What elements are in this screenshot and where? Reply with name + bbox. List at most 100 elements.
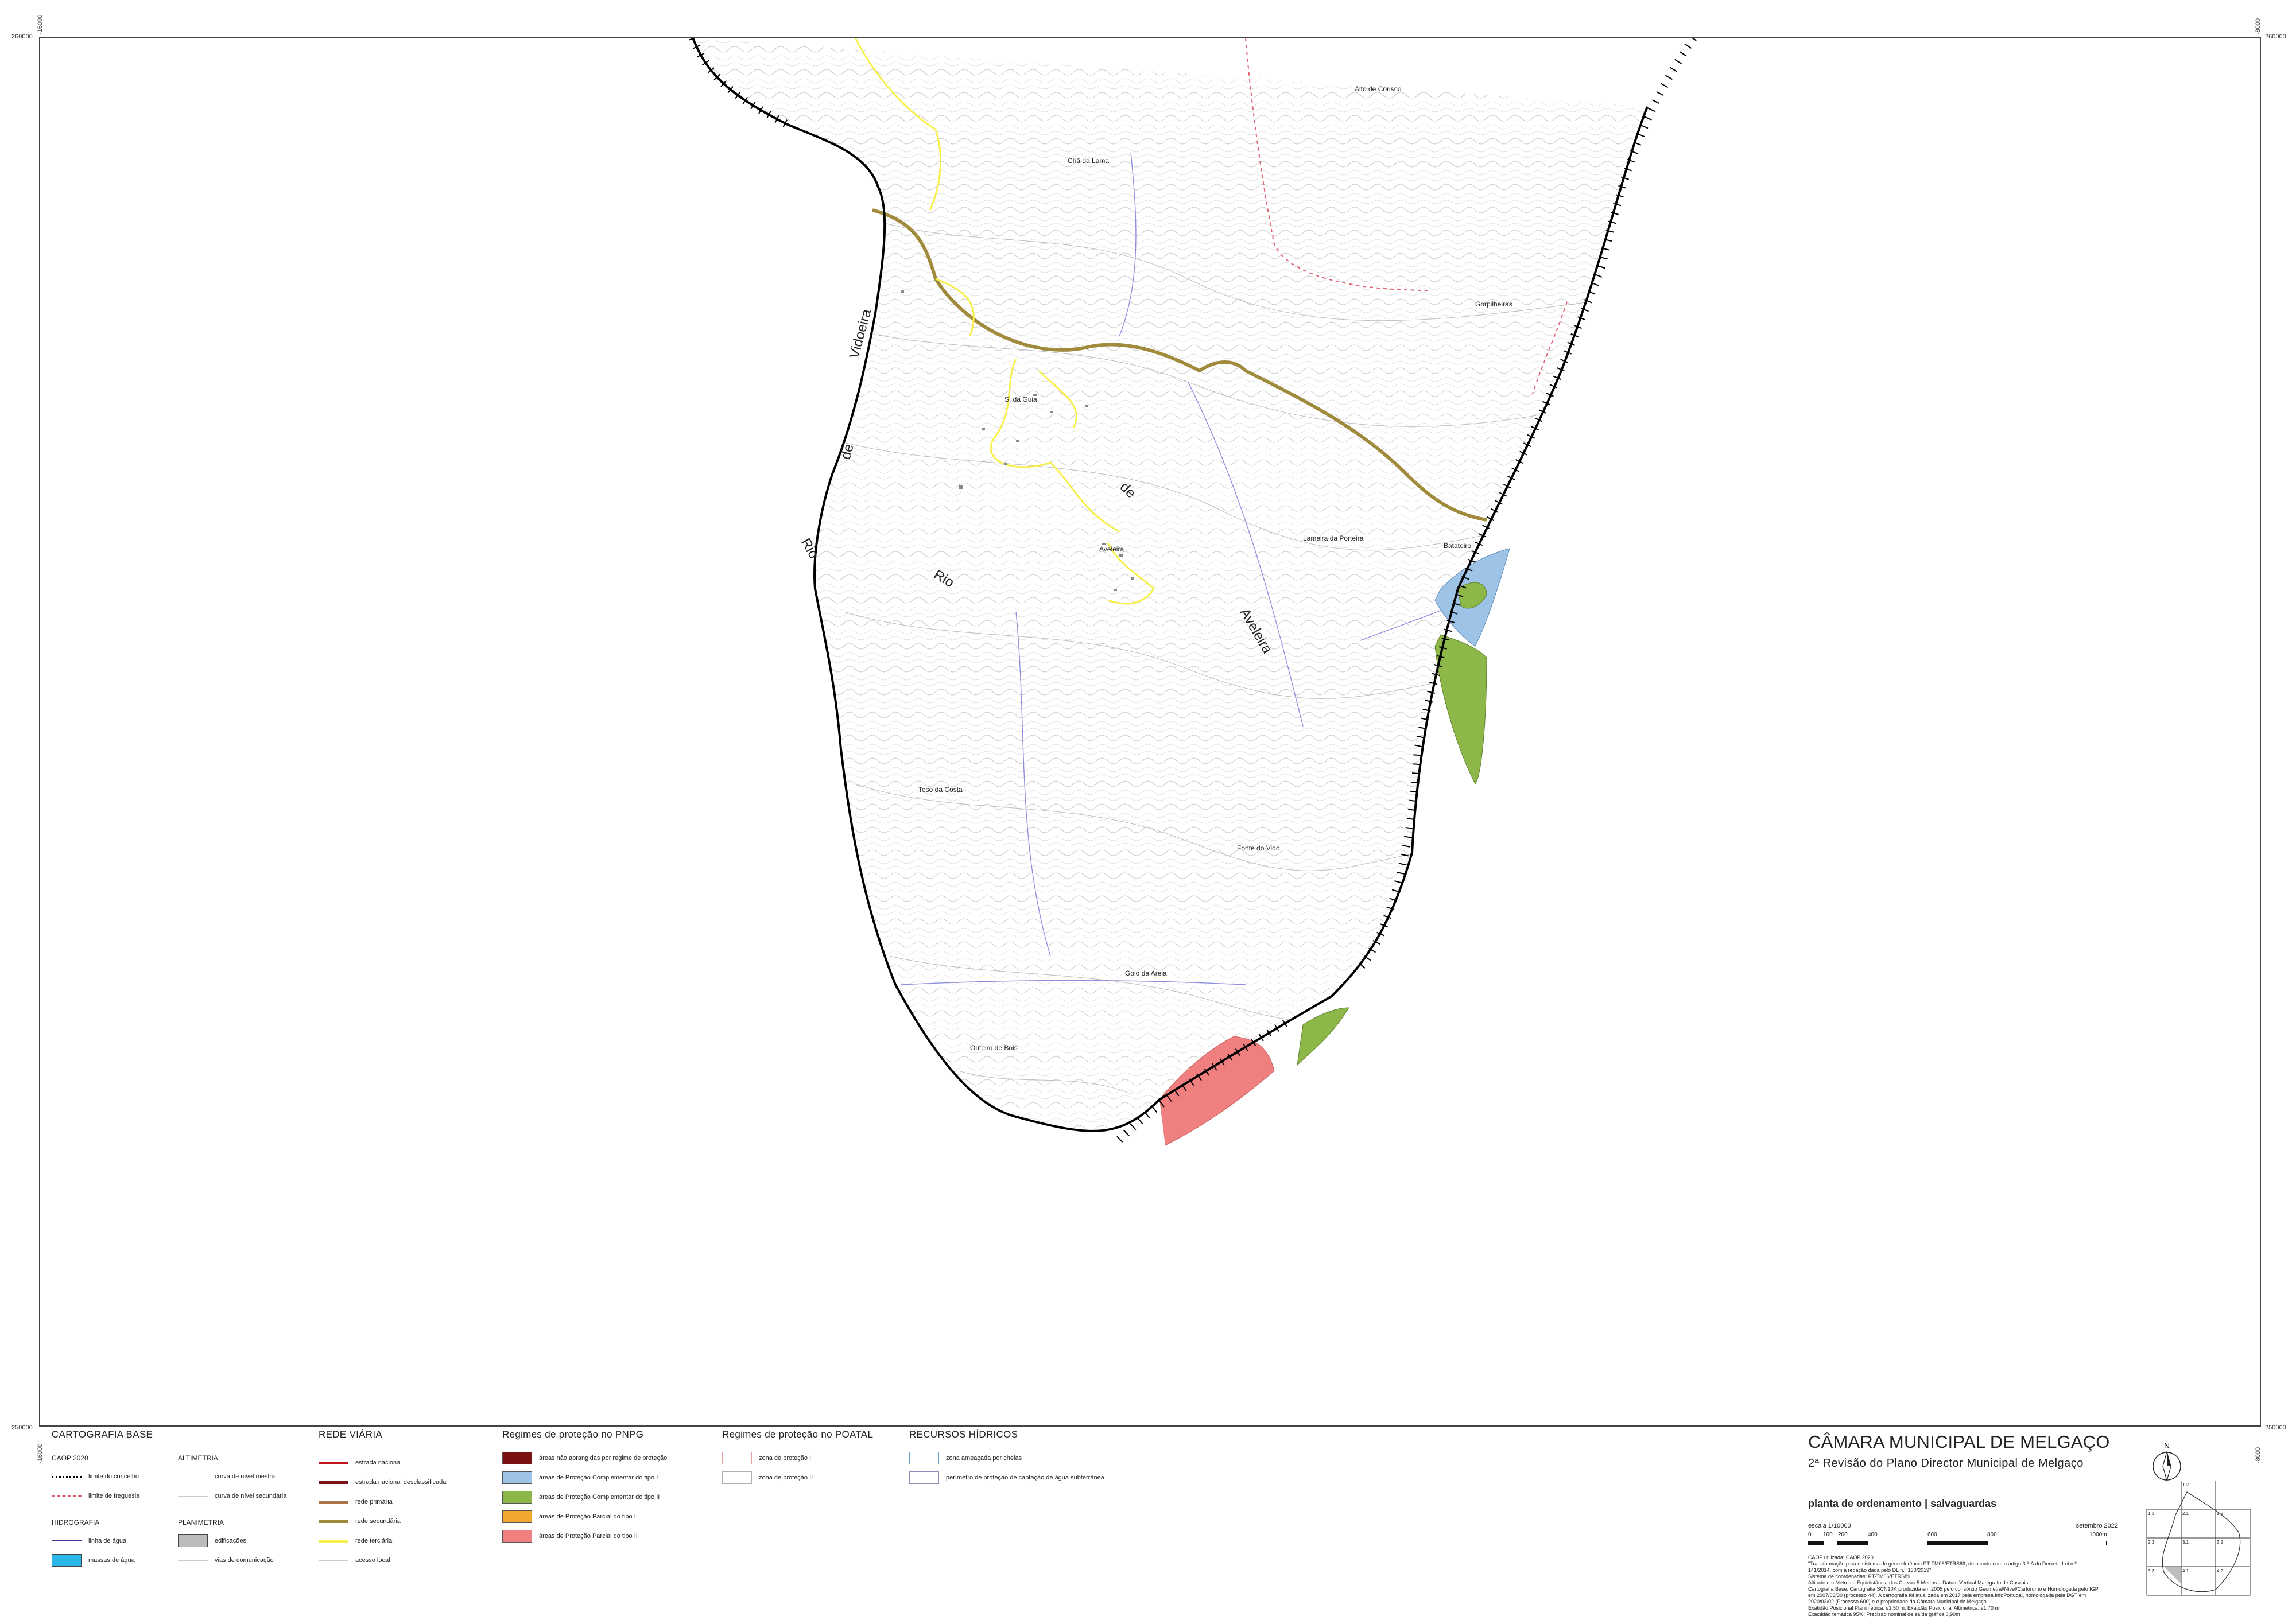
legend-row: zona de proteção I xyxy=(722,1448,894,1468)
place-label: Fonte do Vido xyxy=(1237,844,1280,852)
organization-title: CÂMARA MUNICIPAL DE MELGAÇO xyxy=(1808,1432,2110,1452)
legend-subtitle: CAOP 2020 xyxy=(52,1454,88,1462)
index-sheet-label: 3.1 xyxy=(2182,1540,2189,1545)
legend-label: rede primária xyxy=(355,1498,393,1505)
coord-label: 260000 xyxy=(2265,33,2286,40)
note-line: "Transformação para o sistema de georref… xyxy=(1808,1561,2077,1567)
legend-row: estrada nacional xyxy=(319,1453,474,1473)
legend-label: curva de nível mestra xyxy=(215,1473,276,1480)
note-line: Exactidão temática 95%; Precisão nominal… xyxy=(1808,1611,1960,1617)
index-sheet-label: 2.2 xyxy=(2217,1511,2224,1516)
place-label: Teso da Costa xyxy=(918,786,963,794)
legend-row: áreas de Proteção Complementar do tipo I xyxy=(502,1468,715,1487)
coord-label: -8000 xyxy=(2255,1447,2262,1463)
legend-title: RECURSOS HÍDRICOS xyxy=(909,1429,1018,1440)
legend-row: zona ameaçada por cheias xyxy=(909,1448,1150,1468)
legend-row: acesso local xyxy=(319,1551,474,1570)
plan-name: planta de ordenamento | salvaguardas xyxy=(1808,1498,1997,1509)
legend-title: Regimes de proteção no PNPG xyxy=(502,1429,644,1440)
legend-row: linha de água xyxy=(52,1531,155,1551)
legend-label: zona ameaçada por cheias xyxy=(946,1455,1022,1462)
legend-poatal: Regimes de proteção no POATAL zona de pr… xyxy=(722,1429,894,1487)
legend-label: áreas de Proteção Parcial do tipo II xyxy=(539,1533,638,1540)
building-swatch xyxy=(178,1534,208,1547)
legend-label: áreas não abrangidas por regime de prote… xyxy=(539,1455,668,1462)
legend-label: rede terciária xyxy=(355,1537,393,1544)
note-line: CAOP utilizada: CAOP 2020 xyxy=(1808,1555,1874,1560)
legend-label: estrada nacional desclassificada xyxy=(355,1479,447,1486)
legend-subtitle: ALTIMETRIA xyxy=(178,1454,218,1462)
scale-segment xyxy=(1987,1541,2107,1545)
color-swatch xyxy=(502,1491,532,1504)
color-swatch xyxy=(502,1530,532,1543)
place-label: Lameira da Porteira xyxy=(1303,534,1364,542)
scale-bar: 0 100 200 400 600 800 1000m xyxy=(1808,1532,2118,1551)
index-sheet-label: 4.1 xyxy=(2182,1568,2189,1574)
road-swatch xyxy=(319,1539,348,1543)
map-frame[interactable]: Alto de Corisco Chã da Lama Gorpilheiras… xyxy=(39,37,2261,1427)
scale-segment xyxy=(1868,1541,1927,1545)
place-label: Alto de Corisco xyxy=(1355,85,1402,93)
title-block: CÂMARA MUNICIPAL DE MELGAÇO 2ª Revisão d… xyxy=(1808,1432,2118,1618)
protection-complementar-tipo-ii-zone-south[interactable] xyxy=(1297,1007,1349,1066)
index-sheet-label: 3.3 xyxy=(2148,1568,2155,1574)
scale-tick-label: 100 xyxy=(1823,1532,1833,1538)
legend-label: curva de nível secundária xyxy=(215,1493,287,1499)
north-label: N xyxy=(2164,1441,2170,1450)
legend-label: estrada nacional xyxy=(355,1459,402,1466)
road-swatch xyxy=(319,1560,348,1561)
legend-label: zona de proteção II xyxy=(759,1474,813,1481)
color-swatch xyxy=(722,1471,752,1484)
place-label: Batateiro xyxy=(1444,542,1471,550)
plan-subtitle: 2ª Revisão do Plano Director Municipal d… xyxy=(1808,1457,2084,1470)
color-swatch xyxy=(502,1452,532,1464)
legend-row: rede primária xyxy=(319,1492,474,1512)
legend-label: limite de freguesia xyxy=(88,1493,140,1499)
dashed-line-swatch xyxy=(52,1495,82,1497)
scale-tick-label: 200 xyxy=(1838,1532,1848,1538)
note-line: Exatidão Posicional Planimétrica: ≤1,50 … xyxy=(1808,1605,2000,1611)
note-line: Sistema de coordenadas: PT-TM06/ETRS89 xyxy=(1808,1574,1911,1579)
legend-row: vias de comunicação xyxy=(178,1551,298,1570)
note-line: Cartografia Base: Cartografia SCN10K pro… xyxy=(1808,1586,2099,1592)
legend-subtitle: HIDROGRAFIA xyxy=(52,1518,100,1526)
scale-tick-label: 1000m xyxy=(2089,1532,2107,1538)
color-swatch xyxy=(502,1510,532,1523)
legend-row: limite do concelho xyxy=(52,1467,155,1486)
legend-label: edificações xyxy=(215,1537,247,1544)
coord-label: 250000 xyxy=(11,1424,33,1431)
index-map: 1.2 1.3 2.1 2.2 2.3 3.1 3.2 3.3 4.1 4.2 xyxy=(2146,1481,2251,1596)
legend-label: rede secundária xyxy=(355,1518,401,1525)
legend-row: curva de nível mestra xyxy=(178,1467,298,1486)
legend-pnpg: Regimes de proteção no PNPG áreas não ab… xyxy=(502,1429,715,1546)
index-sheet-label: 1.2 xyxy=(2182,1482,2189,1487)
legend-row: rede secundária xyxy=(319,1512,474,1531)
place-label: S. da Guia xyxy=(1004,395,1037,403)
legend-subtitle: PLANIMETRIA xyxy=(178,1518,224,1526)
index-sheet-label: 2.1 xyxy=(2182,1511,2189,1516)
legend-label: áreas de Proteção Complementar do tipo I… xyxy=(539,1494,660,1501)
municipality-area xyxy=(693,38,1647,1131)
scale-tick-label: 0 xyxy=(1808,1532,1812,1538)
technical-notes: CAOP utilizada: CAOP 2020 "Transformação … xyxy=(1808,1555,2118,1618)
legend-label: perímetro de proteção de captação de águ… xyxy=(946,1474,1104,1481)
color-swatch xyxy=(502,1471,532,1484)
legend-recursos-hidricos: RECURSOS HÍDRICOS zona ameaçada por chei… xyxy=(909,1429,1150,1487)
index-sheet-label: 2.3 xyxy=(2148,1540,2155,1545)
legend-row: rede terciária xyxy=(319,1531,474,1551)
scale-segment xyxy=(1838,1541,1868,1545)
legend-label: áreas de Proteção Parcial do tipo I xyxy=(539,1513,636,1520)
map-canvas[interactable]: Alto de Corisco Chã da Lama Gorpilheiras… xyxy=(40,38,2260,1425)
note-line: 141/2014, com a redação dada pelo DL n.º… xyxy=(1808,1567,1932,1573)
legend-row: limite de freguesia xyxy=(52,1486,155,1506)
scale-tick-label: 600 xyxy=(1927,1532,1937,1538)
place-label: Gorpilheiras xyxy=(1475,300,1512,308)
coord-label: -16000 xyxy=(37,14,44,34)
note-line: em 2007/03/30 (processo 44). A cartograf… xyxy=(1808,1592,2086,1598)
note-line: 2020/03/02 (Processo 600) e é propriedad… xyxy=(1808,1599,1987,1605)
coord-label: -16000 xyxy=(37,1443,44,1463)
legend-row: perímetro de proteção de captação de águ… xyxy=(909,1468,1150,1487)
contour-lines xyxy=(693,38,1647,1131)
color-swatch xyxy=(909,1452,939,1464)
legend-label: vias de comunicação xyxy=(215,1557,274,1564)
